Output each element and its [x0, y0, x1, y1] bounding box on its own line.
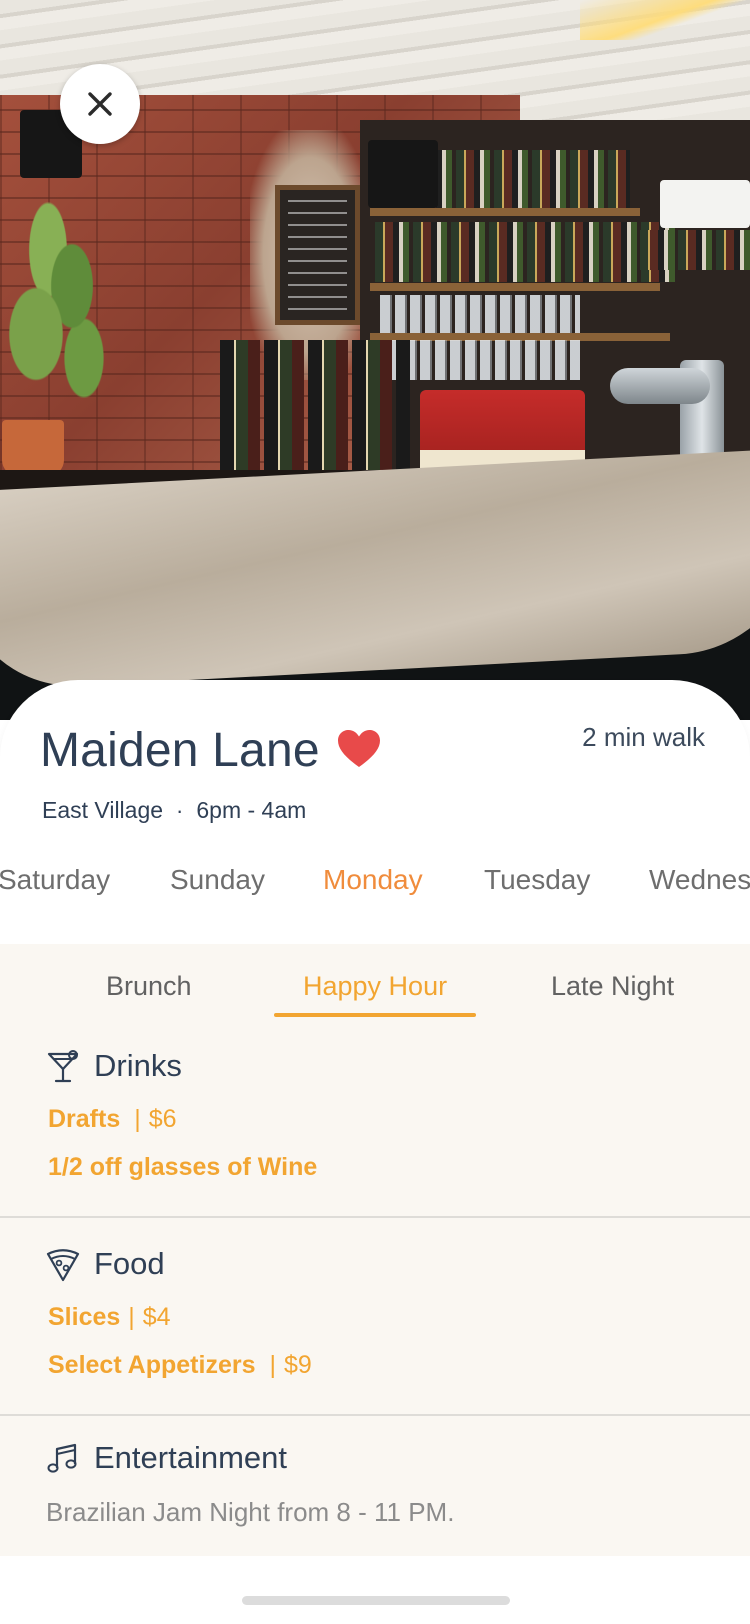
photo-speaker-right: [368, 140, 438, 208]
photo-ac-unit: [660, 180, 750, 228]
music-note-icon: [47, 1443, 77, 1473]
special-name: Select Appetizers: [48, 1351, 256, 1379]
tab-late-night[interactable]: Late Night: [551, 971, 674, 1002]
special-name: 1/2 off glasses of Wine: [48, 1153, 318, 1181]
pizza-icon: [46, 1249, 80, 1282]
special-item: Drafts | $6: [48, 1105, 177, 1134]
tab-happy-hour[interactable]: Happy Hour: [303, 971, 447, 1002]
day-tab-wednesday[interactable]: Wednes: [649, 864, 750, 896]
photo-ceiling-light: [580, 0, 750, 40]
day-tab-sunday[interactable]: Sunday: [170, 864, 265, 896]
day-tab-monday[interactable]: Monday: [323, 864, 423, 896]
special-name: Drafts: [48, 1105, 121, 1133]
drinks-title: Drinks: [94, 1048, 182, 1083]
special-item: Slices | $4: [48, 1303, 171, 1332]
tab-brunch[interactable]: Brunch: [106, 971, 192, 1002]
food-title: Food: [94, 1246, 165, 1281]
photo-shelf: [370, 208, 640, 216]
meal-tabs: Brunch Happy Hour Late Night: [0, 944, 750, 1020]
close-button[interactable]: [60, 64, 140, 144]
special-item: Select Appetizers | $9: [48, 1351, 312, 1380]
opening-hours: 6pm - 4am: [196, 797, 307, 823]
home-indicator[interactable]: [242, 1596, 510, 1605]
photo-bottle-shelf-right: [640, 230, 750, 270]
special-name: Slices: [48, 1303, 121, 1331]
meta-separator: ·: [176, 797, 184, 823]
day-selector: Saturday Sunday Monday Tuesday Wednes: [0, 864, 750, 914]
walk-time: 2 min walk: [582, 722, 705, 752]
photo-bottle-shelf-middle: [375, 222, 675, 282]
close-icon: [88, 92, 112, 116]
cocktail-icon: [47, 1050, 79, 1083]
venue-card: Maiden Lane 2 min walk East Village · 6p…: [0, 680, 750, 944]
section-divider: [0, 1216, 750, 1218]
photo-bar-counter: [0, 447, 750, 693]
special-price: $4: [142, 1303, 171, 1331]
section-divider: [0, 1414, 750, 1416]
photo-beer-tap-head: [610, 368, 710, 404]
special-price: $9: [283, 1351, 312, 1379]
photo-glass-row: [380, 295, 580, 333]
venue-name: Maiden Lane: [40, 724, 320, 777]
heart-icon[interactable]: [337, 729, 381, 769]
photo-glass-row: [390, 340, 580, 380]
neighborhood: East Village: [42, 797, 164, 823]
day-tab-saturday[interactable]: Saturday: [0, 864, 110, 896]
price-separator: |: [128, 1303, 135, 1331]
entertainment-title: Entertainment: [94, 1440, 287, 1475]
active-tab-indicator: [274, 1013, 476, 1017]
photo-plant: [0, 190, 120, 430]
price-separator: |: [134, 1105, 141, 1133]
price-separator: |: [269, 1351, 276, 1379]
special-price: $6: [148, 1105, 177, 1133]
photo-shelf: [370, 283, 660, 291]
day-tab-tuesday[interactable]: Tuesday: [484, 864, 590, 896]
specials-panel: Brunch Happy Hour Late Night Drinks Draf…: [0, 944, 750, 1556]
photo-plant-pot: [2, 420, 64, 476]
special-item: 1/2 off glasses of Wine: [48, 1153, 317, 1182]
venue-meta: East Village · 6pm - 4am: [42, 797, 306, 824]
photo-chalkboard: [275, 185, 360, 325]
entertainment-description: Brazilian Jam Night from 8 - 11 PM.: [46, 1497, 455, 1527]
